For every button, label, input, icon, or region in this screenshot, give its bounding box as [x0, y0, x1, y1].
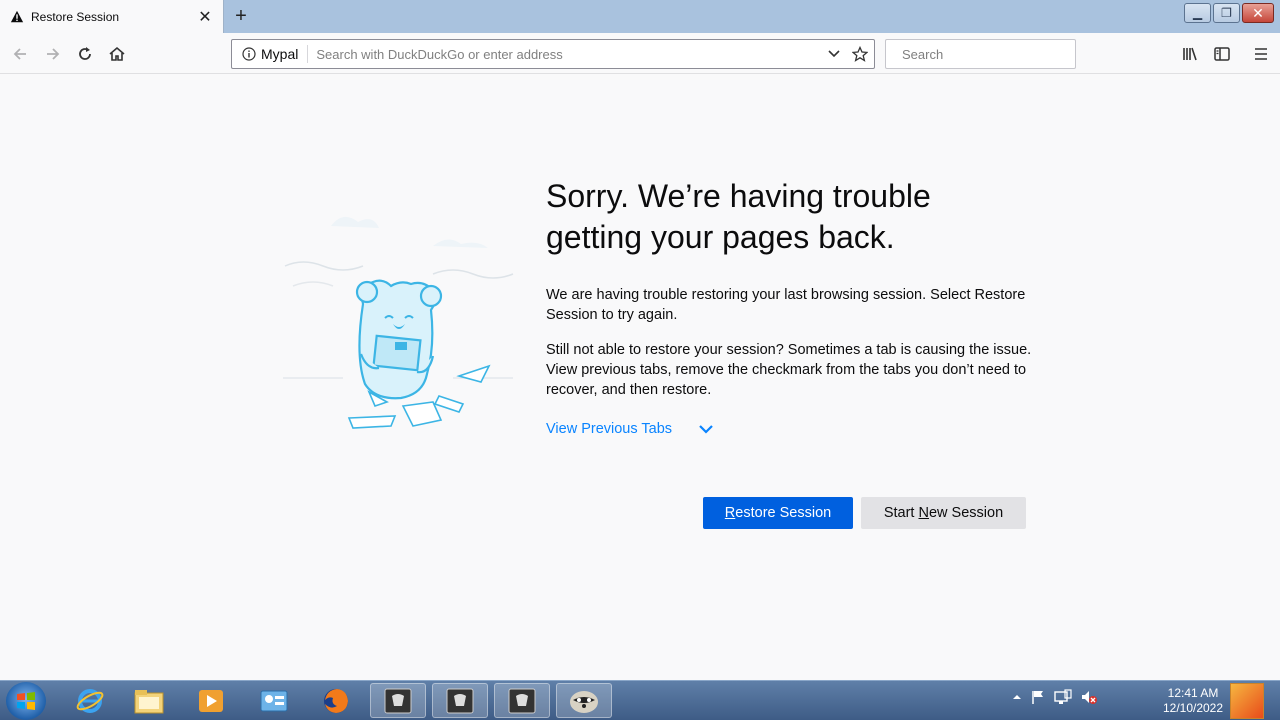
taskbar-mypal-window-3[interactable]: [494, 683, 550, 718]
restore-session-label: estore Session: [735, 505, 832, 521]
window-controls: ▁ ❐ ✕: [1184, 3, 1274, 23]
view-previous-tabs-label: View Previous Tabs: [546, 421, 673, 437]
forward-arrow-icon: [47, 48, 60, 60]
taskbar-media-player[interactable]: [183, 683, 239, 718]
tab-title: Restore Session: [31, 10, 120, 24]
bookmark-star-icon[interactable]: [846, 42, 874, 66]
internet-explorer-icon: [76, 688, 104, 713]
windows-logo-icon: [17, 692, 35, 710]
restore-session-page: Sorry. We’re having trouble getting your…: [0, 74, 1280, 680]
taskbar-control-panel[interactable]: [246, 683, 302, 718]
error-description: We are having trouble restoring your las…: [546, 287, 1026, 323]
taskbar-mypal-window-1[interactable]: [370, 683, 426, 718]
navigation-bar: Mypal: [0, 33, 1280, 74]
start-button[interactable]: [6, 682, 46, 720]
taskbar-file-explorer[interactable]: [121, 683, 177, 718]
clock-time: 12:41 AM: [1167, 686, 1219, 700]
restore-session-mnemonic: R: [724, 505, 736, 521]
tab-restore-session[interactable]: Restore Session ✕: [0, 0, 224, 34]
library-icon: [1183, 47, 1197, 61]
help-description: Still not able to restore your session? …: [546, 342, 1032, 398]
close-window-button[interactable]: ✕: [1242, 3, 1274, 23]
network-icon[interactable]: [1054, 689, 1072, 705]
minimize-button[interactable]: ▁: [1184, 3, 1211, 23]
view-previous-tabs-toggle[interactable]: View Previous Tabs: [546, 421, 714, 437]
forward-button[interactable]: [40, 41, 66, 67]
volume-muted-icon[interactable]: [1080, 689, 1098, 705]
identity-label[interactable]: Mypal: [261, 45, 309, 63]
system-tray: [1012, 689, 1098, 705]
system-clock[interactable]: 12:41 AM 12/10/2022: [1158, 686, 1228, 716]
search-input[interactable]: [902, 46, 1078, 62]
app-window-icon: [508, 688, 536, 713]
page-title: Sorry. We’re having trouble getting your…: [546, 178, 931, 255]
app-window-icon: [384, 688, 412, 713]
back-button[interactable]: [7, 41, 33, 67]
taskbar-firefox[interactable]: [308, 683, 364, 718]
firefox-icon: [324, 688, 348, 713]
new-tab-button[interactable]: +: [229, 5, 253, 27]
sidebar-button[interactable]: [1209, 41, 1235, 67]
library-button[interactable]: [1177, 41, 1203, 67]
folder-icon: [134, 689, 164, 713]
start-new-session-mnemonic: N: [918, 505, 929, 521]
chevron-down-icon: [699, 425, 713, 434]
taskbar-mypal-browser[interactable]: [556, 683, 612, 718]
search-bar[interactable]: [885, 39, 1078, 69]
reload-icon: [79, 47, 91, 60]
warning-icon: [10, 10, 24, 23]
tab-strip: Restore Session ✕ + ▁ ❐ ✕: [0, 0, 1280, 34]
taskbar: 12:41 AM 12/10/2022: [0, 680, 1280, 720]
media-player-icon: [199, 689, 223, 712]
restore-window-button[interactable]: ❐: [1213, 3, 1240, 23]
control-panel-icon: [260, 690, 288, 711]
start-new-session-label: ew Session: [928, 505, 1004, 521]
hamburger-menu-icon: [1255, 48, 1267, 60]
show-desktop-button[interactable]: [1230, 683, 1264, 719]
taskbar-internet-explorer[interactable]: [62, 683, 118, 718]
url-bar[interactable]: Mypal: [231, 39, 875, 69]
taskbar-mypal-window-2[interactable]: [432, 683, 488, 718]
restore-session-button[interactable]: Restore Session: [703, 497, 853, 529]
clock-date: 12/10/2022: [1162, 701, 1224, 715]
info-icon[interactable]: [242, 47, 256, 61]
chevron-down-icon[interactable]: [822, 42, 846, 66]
start-new-session-button[interactable]: Start New Session: [861, 497, 1026, 529]
menu-button[interactable]: [1248, 41, 1274, 67]
sad-bear-illustration: [283, 216, 514, 429]
start-new-session-prefix: Start: [883, 505, 919, 521]
raccoon-icon: [570, 690, 598, 713]
sidebar-icon: [1214, 47, 1230, 61]
back-arrow-icon: [13, 48, 26, 60]
reload-button[interactable]: [72, 41, 98, 67]
action-center-flag-icon[interactable]: [1030, 689, 1046, 705]
app-window-icon: [446, 688, 474, 713]
address-input[interactable]: [316, 42, 822, 66]
show-hidden-icons-icon[interactable]: [1012, 692, 1022, 702]
close-tab-icon[interactable]: ✕: [195, 7, 215, 27]
home-icon: [109, 46, 125, 61]
home-button[interactable]: [104, 41, 130, 67]
